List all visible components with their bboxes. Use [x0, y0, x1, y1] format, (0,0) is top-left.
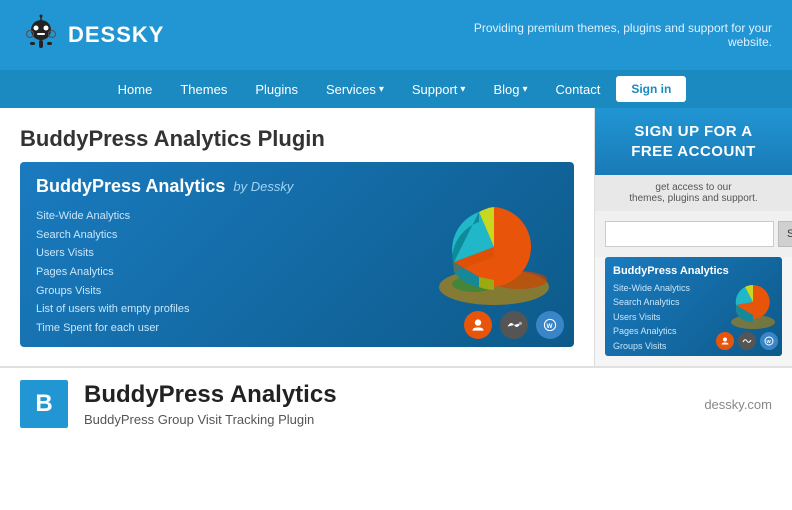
main-content: BuddyPress Analytics Plugin BuddyPress A…	[0, 108, 792, 366]
footer-plugin-icon: B	[20, 380, 68, 428]
footer-domain: dessky.com	[704, 397, 772, 412]
banner-icons-row: W	[464, 311, 564, 339]
plugin-banner: BuddyPress Analytics by Dessky Site-Wide…	[20, 162, 574, 347]
header-tagline: Providing premium themes, plugins and su…	[472, 21, 772, 49]
signin-button[interactable]: Sign in	[616, 76, 686, 102]
search-area: Search	[595, 211, 792, 257]
footer-plugin-name: BuddyPress Analytics	[84, 381, 688, 410]
pie-chart	[424, 192, 564, 322]
mini-plugin-card: BuddyPress Analytics Site-Wide Analytics…	[605, 257, 782, 356]
left-content: BuddyPress Analytics Plugin BuddyPress A…	[0, 108, 594, 366]
search-button[interactable]: Search	[778, 221, 792, 247]
right-sidebar: SIGN UP FOR A FREE ACCOUNT get access to…	[594, 108, 792, 366]
signup-line2: FREE ACCOUNT	[631, 143, 756, 160]
mini-icons-row: W	[716, 332, 778, 350]
mini-buddy-icon	[716, 332, 734, 350]
nav-plugins[interactable]: Plugins	[243, 74, 310, 105]
search-input[interactable]	[605, 221, 774, 247]
logo-icon	[20, 14, 62, 56]
signup-line1: SIGN UP FOR A	[634, 123, 752, 140]
mini-pie-chart	[723, 277, 778, 327]
main-nav: Home Themes Plugins Services Support Blo…	[0, 70, 792, 108]
svg-text:W: W	[767, 339, 772, 344]
mini-arrow-icon	[738, 332, 756, 350]
nav-blog[interactable]: Blog	[481, 74, 539, 105]
footer-subtitle: BuddyPress Group Visit Tracking Plugin	[84, 412, 688, 427]
logo-area[interactable]: DESSKY	[20, 14, 164, 56]
signup-subtext: get access to ourthemes, plugins and sup…	[595, 175, 792, 211]
arrow-icon	[500, 311, 528, 339]
footer-icon-letter: B	[35, 390, 52, 418]
buddy-icon	[464, 311, 492, 339]
site-header: DESSKY Providing premium themes, plugins…	[0, 0, 792, 70]
mini-wp-icon: W	[760, 332, 778, 350]
banner-by-text: by Dessky	[233, 179, 293, 194]
mini-feature-6: List of empty profiles	[613, 353, 774, 356]
nav-themes[interactable]: Themes	[168, 74, 239, 105]
mini-card-title: BuddyPress Analytics	[613, 265, 774, 277]
signup-button[interactable]: SIGN UP FOR A FREE ACCOUNT	[595, 108, 792, 175]
nav-support[interactable]: Support	[400, 74, 478, 105]
wp-icon: W	[536, 311, 564, 339]
page-footer: B BuddyPress Analytics BuddyPress Group …	[0, 366, 792, 440]
nav-services[interactable]: Services	[314, 74, 396, 105]
plugin-page-title: BuddyPress Analytics Plugin	[20, 126, 574, 152]
banner-plugin-name: BuddyPress Analytics	[36, 176, 225, 197]
nav-home[interactable]: Home	[106, 74, 165, 105]
logo-text: DESSKY	[68, 22, 164, 48]
svg-text:W: W	[547, 323, 553, 330]
nav-contact[interactable]: Contact	[544, 74, 613, 105]
footer-text-area: BuddyPress Analytics BuddyPress Group Vi…	[84, 381, 688, 427]
